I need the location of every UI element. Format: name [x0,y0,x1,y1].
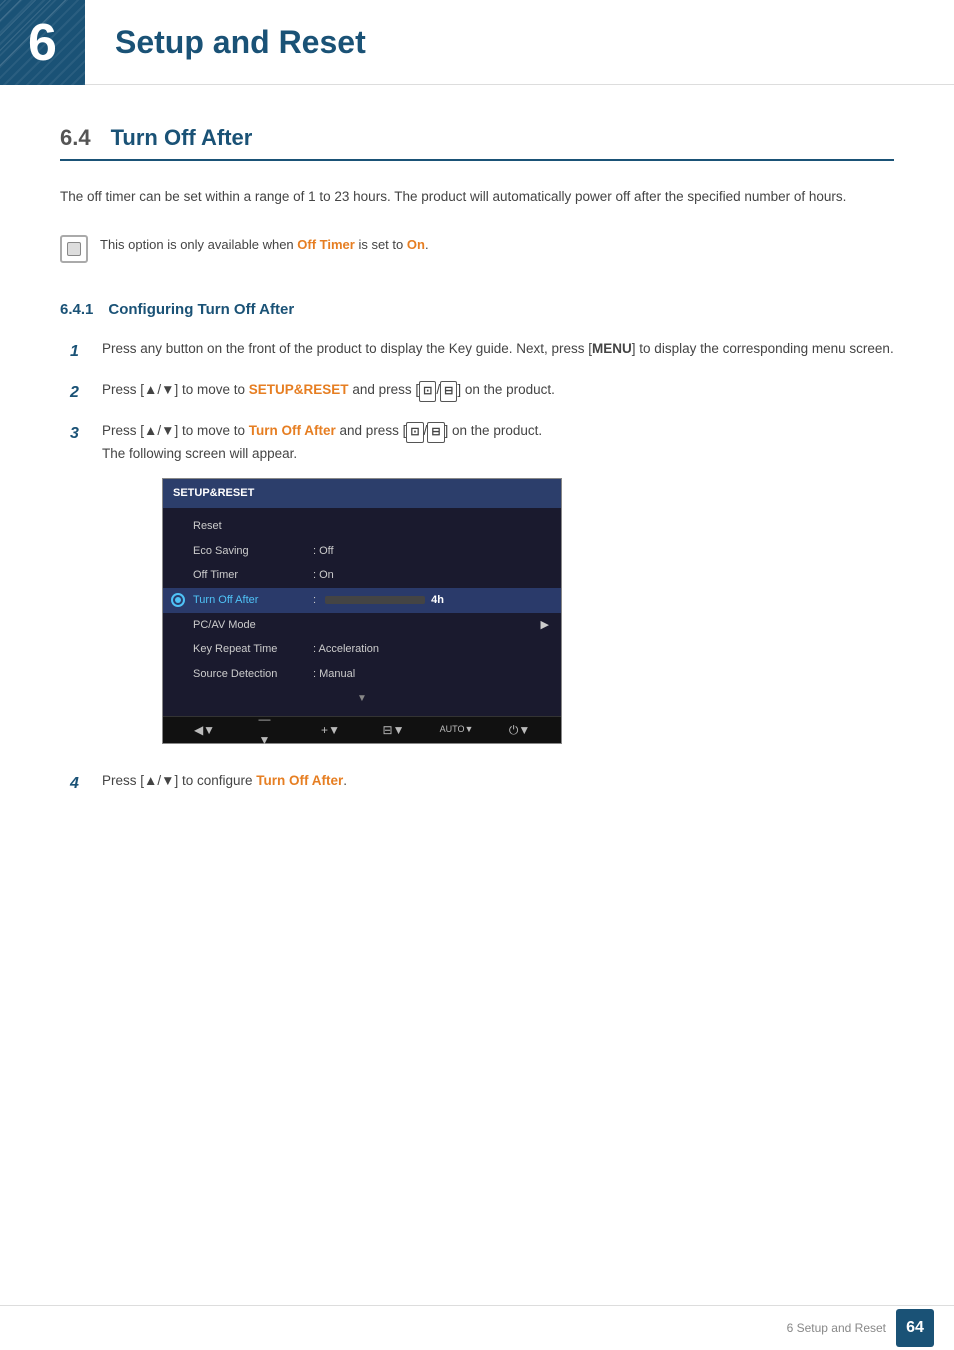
step-1: 1 Press any button on the front of the p… [70,338,894,365]
note-icon [60,235,88,263]
step-4-text: Press [▲/▼] to configure Turn Off After. [102,770,894,793]
page-title: Setup and Reset [115,24,366,61]
step-2-highlight: SETUP&RESET [249,382,349,397]
note-text-before: This option is only available when [100,237,297,252]
toolbar-btn-plus: +▼ [322,722,340,738]
menu-item-pcav-arrow: ▶ [541,616,549,635]
note-icon-inner [67,242,81,256]
menu-item-eco-saving-label: Eco Saving [193,542,313,561]
menu-item-turn-off-after-value: : 4h [313,591,444,610]
step-3-text: Press [▲/▼] to move to Turn Off After an… [102,423,542,438]
footer-page-number: 64 [906,1319,924,1337]
menu-body: Reset Eco Saving : Off Off Timer : On [163,508,561,716]
toolbar-auto-icon: AUTO▼ [448,722,466,738]
step-4-number: 4 [70,770,90,797]
menu-toolbar: ◀▼ —▼ +▼ ⊟▼ AUTO▼ [163,716,561,743]
step-2-number: 2 [70,379,90,406]
menu-item-source-detection-value: : Manual [313,665,355,684]
note-highlight-2: On [407,237,425,252]
step-4: 4 Press [▲/▼] to configure Turn Off Afte… [70,770,894,797]
step-2-key2: ⊟ [440,381,457,402]
step-3-subnote: The following screen will appear. [102,446,297,461]
toolbar-btn-power: ⏻▼ [511,722,529,738]
scroll-indicator: ▼ [163,687,561,710]
footer-text: 6 Setup and Reset [787,1321,886,1335]
step-4-highlight: Turn Off After [256,773,343,788]
subsection-title: Configuring Turn Off After [108,301,294,318]
chapter-number: 6 [28,17,57,69]
note-text: This option is only available when Off T… [100,235,429,256]
intro-text: The off timer can be set within a range … [60,186,894,209]
menu-item-turn-off-after-label: Turn Off After [193,591,313,610]
note-text-after: . [425,237,429,252]
progress-bar [325,596,425,604]
step-1-number: 1 [70,338,90,365]
step-3-highlight: Turn Off After [249,423,336,438]
subsection-number: 6.4.1 [60,301,93,318]
progress-value-label: 4h [431,591,444,610]
section-heading: 6.4 Turn Off After [60,125,894,161]
menu-item-key-repeat: Key Repeat Time : Acceleration [163,637,561,662]
menu-item-reset-label: Reset [193,517,313,536]
menu-item-source-detection: Source Detection : Manual [163,662,561,687]
toolbar-power-icon: ⏻▼ [511,722,529,738]
menu-item-key-repeat-label: Key Repeat Time [193,640,313,659]
step-3-number: 3 [70,420,90,447]
menu-title-bar: SETUP&RESET [163,479,561,508]
menu-title-text: SETUP&RESET [173,487,254,499]
toolbar-back-icon: ◀▼ [196,722,214,738]
footer-page-badge: 64 [896,1309,934,1347]
page-header: 6 Setup and Reset [0,0,954,85]
main-content: 6.4 Turn Off After The off timer can be … [0,85,954,871]
menu-item-off-timer: Off Timer : On [163,563,561,588]
menu-item-eco-saving-value: : Off [313,542,334,561]
step-3-key2: ⊟ [427,422,444,443]
header-title-area: Setup and Reset [85,0,366,84]
section-number: 6.4 [60,125,91,151]
menu-item-off-timer-value: : On [313,566,334,585]
note-text-middle: is set to [355,237,407,252]
menu-item-pcav-mode-label: PC/AV Mode [193,616,313,635]
note-box: This option is only available when Off T… [60,227,894,271]
menu-item-key-repeat-value: : Acceleration [313,640,379,659]
gear-indicator-dot [175,597,181,603]
menu-item-pcav-mode: PC/AV Mode ▶ [163,613,561,638]
note-highlight-1: Off Timer [297,237,355,252]
step-1-menu-key: MENU [592,341,632,356]
step-2-text: Press [▲/▼] to move to SETUP&RESET and p… [102,379,894,402]
toolbar-btn-minus: —▼ [259,722,277,738]
toolbar-btn-enter: ⊟▼ [385,722,403,738]
steps-list: 1 Press any button on the front of the p… [60,338,894,797]
toolbar-plus-icon: +▼ [322,722,340,738]
step-2: 2 Press [▲/▼] to move to SETUP&RESET and… [70,379,894,406]
chapter-number-block: 6 [0,0,85,85]
section-title: Turn Off After [111,125,253,151]
menu-item-source-detection-label: Source Detection [193,665,313,684]
step-3-key1: ⊡ [406,422,423,443]
toolbar-btn-auto: AUTO▼ [448,722,466,738]
toolbar-btn-back: ◀▼ [196,722,214,738]
menu-item-eco-saving: Eco Saving : Off [163,539,561,564]
page-footer: 6 Setup and Reset 64 [0,1305,954,1350]
toolbar-minus-icon: —▼ [259,722,277,738]
step-2-key1: ⊡ [419,381,436,402]
toolbar-enter-icon: ⊟▼ [385,722,403,738]
step-3: 3 Press [▲/▼] to move to Turn Off After … [70,420,894,755]
gear-indicator-icon [171,593,185,607]
menu-item-turn-off-after: Turn Off After : 4h [163,588,561,613]
menu-screenshot: SETUP&RESET Reset Eco Saving : Off [162,478,562,744]
menu-item-off-timer-label: Off Timer [193,566,313,585]
subsection-heading: 6.4.1 Configuring Turn Off After [60,301,894,318]
menu-item-reset: Reset [163,514,561,539]
step-3-content: Press [▲/▼] to move to Turn Off After an… [102,420,562,755]
step-1-text: Press any button on the front of the pro… [102,338,894,361]
